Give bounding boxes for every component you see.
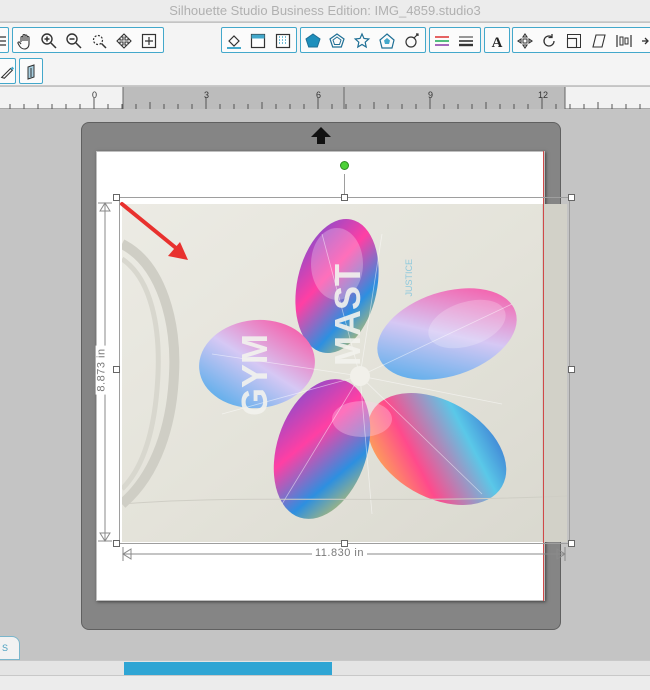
text-style-icon[interactable]: A [487, 31, 507, 51]
more-tools-icon[interactable] [638, 31, 650, 51]
zoom-out-icon[interactable] [64, 31, 84, 51]
horizontal-ruler[interactable]: 0 3 6 9 12 [0, 87, 650, 109]
resize-handle-bottom-left[interactable] [113, 540, 120, 547]
knife-icon[interactable] [0, 62, 15, 82]
height-dimension-label: 8.873 in [95, 345, 108, 395]
resize-handle-bottom-right[interactable] [568, 540, 575, 547]
transform-tools-group [512, 27, 650, 53]
zoom-selection-icon[interactable] [89, 31, 109, 51]
fit-to-page-icon[interactable] [139, 31, 159, 51]
shear-icon[interactable] [589, 31, 609, 51]
window-title: Silhouette Studio Business Edition: IMG_… [169, 3, 481, 18]
offset-icon[interactable] [22, 62, 42, 82]
panel-tools-group [221, 27, 297, 53]
image-text-justice: JUSTICE [404, 259, 414, 297]
pentagon-icon[interactable] [303, 31, 323, 51]
offset-tool-group [19, 58, 43, 84]
pan-drag-icon[interactable] [114, 31, 134, 51]
scale-icon[interactable] [564, 31, 584, 51]
resize-handle-bottom-center[interactable] [341, 540, 348, 547]
svg-text:A: A [492, 35, 503, 50]
rotate-icon[interactable] [539, 31, 559, 51]
pentagon-outline-icon[interactable] [327, 31, 347, 51]
ruler-label-3: 3 [204, 90, 210, 100]
annotation-arrow-icon [120, 202, 188, 260]
line-tools-group [429, 27, 481, 53]
main-toolbar: A [0, 23, 650, 56]
line-style-icon[interactable] [432, 31, 452, 51]
scrollbar-thumb[interactable] [124, 662, 332, 675]
rotate-handle[interactable] [340, 161, 349, 170]
status-strip [0, 676, 650, 690]
resize-handle-middle-left[interactable] [113, 366, 120, 373]
ruler-label-12: 12 [538, 90, 549, 100]
fill-pattern-icon[interactable] [273, 31, 293, 51]
knife-tool-group [0, 58, 16, 84]
sketch-icon[interactable] [402, 31, 422, 51]
star-outline-icon[interactable] [352, 31, 372, 51]
width-dimension-label: 11.830 in [312, 547, 367, 559]
transform-icon[interactable] [515, 31, 535, 51]
page-tab-label: S [2, 643, 9, 653]
hand-icon[interactable] [15, 31, 35, 51]
image-text-mast: MAST [327, 264, 368, 366]
partial-tool-icon[interactable] [0, 31, 8, 51]
image-text-gym: GYM [234, 334, 275, 416]
cut-border-line [543, 151, 544, 601]
page-tab[interactable]: S [0, 636, 20, 660]
zoom-in-icon[interactable] [39, 31, 59, 51]
ruler-label-0: 0 [92, 90, 98, 100]
resize-handle-top-center[interactable] [341, 194, 348, 201]
ruler-ticks [9, 87, 641, 109]
shape-library-icon[interactable] [377, 31, 397, 51]
resize-handle-middle-right[interactable] [568, 366, 575, 373]
ruler-label-6: 6 [316, 90, 322, 100]
tool-group-left-partial [0, 27, 9, 53]
resize-handle-top-right[interactable] [568, 194, 575, 201]
ruler-label-9: 9 [428, 90, 434, 100]
horizontal-scrollbar[interactable] [0, 660, 650, 676]
rotate-handle-stem [344, 174, 345, 194]
line-color-icon[interactable] [248, 31, 268, 51]
feed-direction-arrow-icon [309, 126, 333, 151]
align-icon[interactable] [614, 31, 634, 51]
window-titlebar: Silhouette Studio Business Edition: IMG_… [0, 0, 650, 22]
view-tools-group [12, 27, 164, 53]
secondary-toolbar [0, 56, 650, 86]
shape-tools-group [300, 27, 426, 53]
fill-color-icon[interactable] [224, 31, 244, 51]
text-tools-group: A [484, 27, 510, 53]
line-width-icon[interactable] [456, 31, 476, 51]
